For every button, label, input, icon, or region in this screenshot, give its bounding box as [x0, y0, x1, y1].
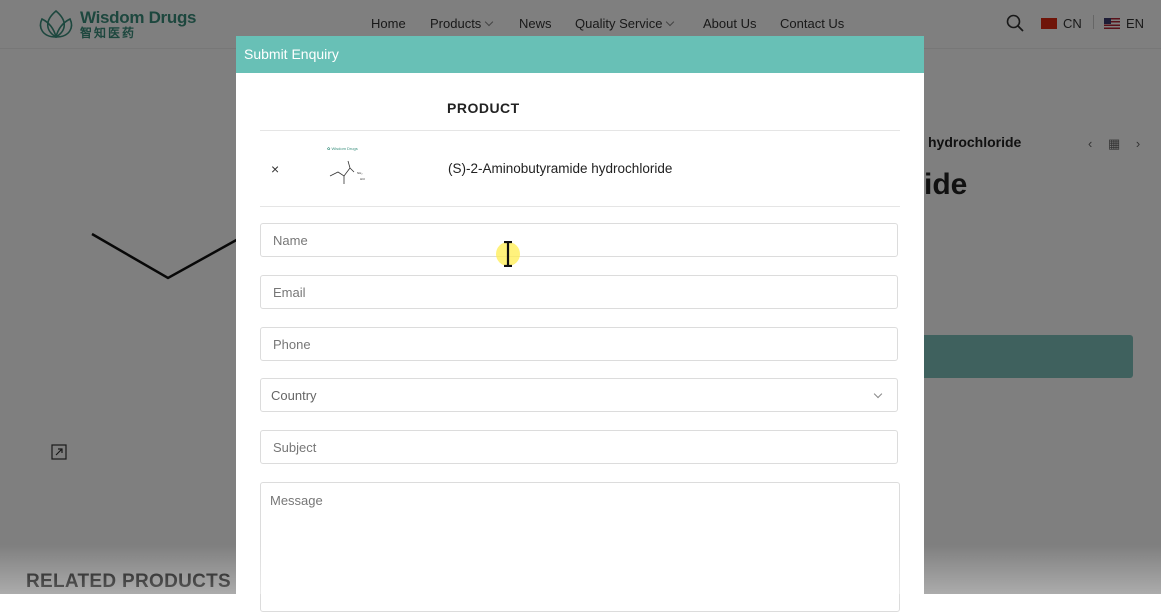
product-column-header: PRODUCT: [447, 100, 520, 116]
text-cursor-icon: [504, 241, 512, 267]
modal-title: Submit Enquiry: [236, 36, 924, 73]
product-name: (S)-2-Aminobutyramide hydrochloride: [448, 161, 673, 176]
name-field[interactable]: [260, 223, 898, 257]
product-thumbnail: ✿ Wisdom Drugs NH₂ HCl: [327, 146, 365, 184]
message-field[interactable]: [260, 482, 900, 612]
subject-field[interactable]: [260, 430, 898, 464]
remove-product-button[interactable]: ×: [271, 161, 279, 177]
phone-field[interactable]: [260, 327, 898, 361]
email-field[interactable]: [260, 275, 898, 309]
country-select[interactable]: Country: [260, 378, 898, 412]
enquiry-modal: Submit Enquiry PRODUCT × ✿ Wisdom Drugs …: [236, 36, 924, 612]
svg-text:HCl: HCl: [360, 177, 365, 181]
svg-text:NH₂: NH₂: [357, 171, 363, 175]
chevron-down-icon: [873, 389, 883, 398]
divider: [260, 130, 900, 131]
divider: [260, 206, 900, 207]
country-select-label: Country: [271, 387, 317, 403]
svg-text:✿ Wisdom Drugs: ✿ Wisdom Drugs: [327, 146, 358, 151]
